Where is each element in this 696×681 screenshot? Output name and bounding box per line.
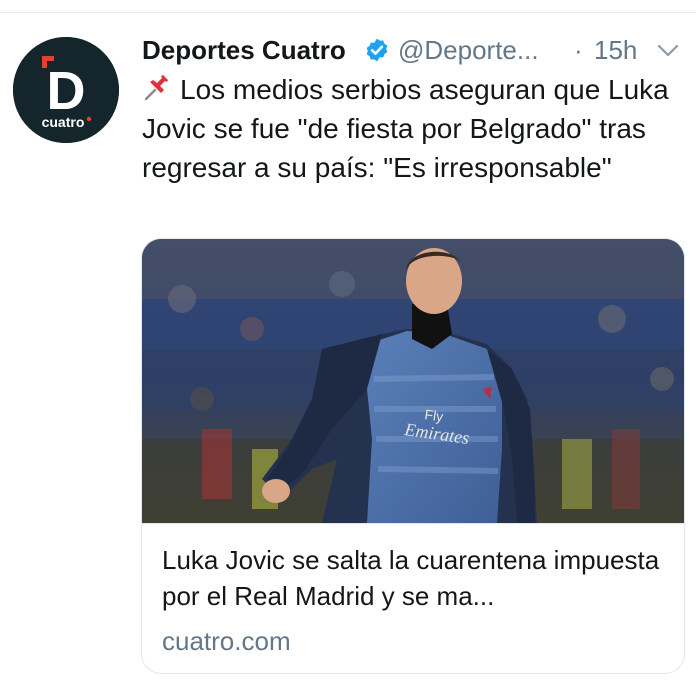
top-divider	[0, 0, 696, 13]
verified-badge-icon	[366, 38, 388, 62]
card-image[interactable]: Fly Emirates	[142, 239, 684, 524]
link-card[interactable]: Fly Emirates Luka Jovic se salta la cuar…	[141, 238, 685, 674]
tweet-timestamp[interactable]: 15h	[594, 32, 637, 68]
tweet-text: Los medios serbios aseguran que Luka Jov…	[142, 70, 682, 187]
author-handle[interactable]: @Deporte...	[398, 32, 539, 68]
card-title[interactable]: Luka Jovic se salta la cuarentena impues…	[162, 542, 672, 614]
avatar-letter: D	[47, 61, 86, 121]
card-domain: cuatro.com	[162, 626, 291, 656]
author-name[interactable]: Deportes Cuatro	[142, 32, 346, 68]
tweet-body: Los medios serbios aseguran que Luka Jov…	[142, 74, 669, 183]
separator-dot: ·	[574, 35, 583, 65]
avatar[interactable]: D cuatro	[13, 37, 119, 143]
pushpin-icon	[144, 75, 168, 101]
avatar-wordmark: cuatro	[42, 114, 85, 130]
cuatro-logo: D cuatro	[13, 37, 119, 143]
tweet-header: Deportes Cuatro @Deporte... · 15h	[142, 32, 682, 68]
chevron-down-icon[interactable]	[656, 42, 680, 60]
